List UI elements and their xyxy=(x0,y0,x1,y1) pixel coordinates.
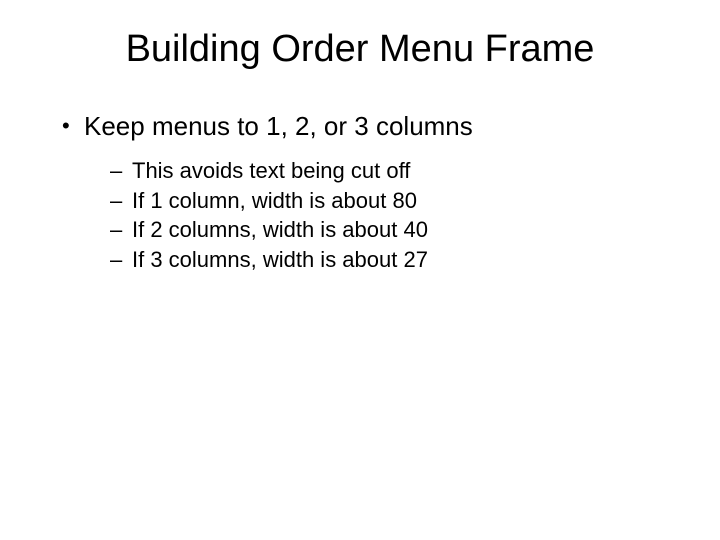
bullet-level-2: This avoids text being cut off xyxy=(110,156,680,186)
bullet-level-1: Keep menus to 1, 2, or 3 columns xyxy=(62,111,680,142)
bullet-level-2: If 2 columns, width is about 40 xyxy=(110,215,680,245)
bullet-level-2: If 3 columns, width is about 27 xyxy=(110,245,680,275)
slide: Building Order Menu Frame Keep menus to … xyxy=(0,0,720,540)
slide-title: Building Order Menu Frame xyxy=(40,28,680,71)
bullet-level-2: If 1 column, width is about 80 xyxy=(110,186,680,216)
